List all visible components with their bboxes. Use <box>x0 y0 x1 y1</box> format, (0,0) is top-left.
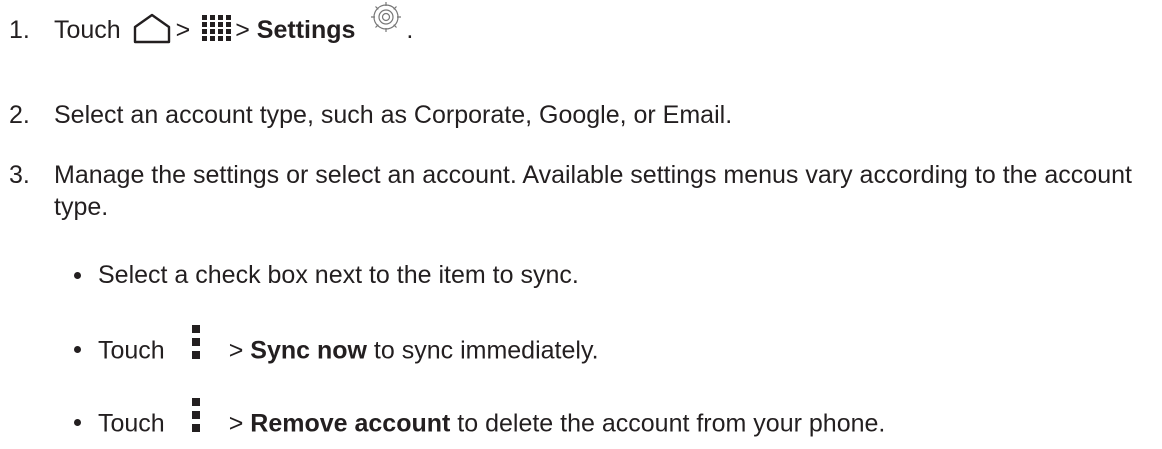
bullet-dot <box>74 419 81 426</box>
separator: > <box>175 16 191 44</box>
separator: > <box>235 16 250 44</box>
settings-label: Settings <box>256 16 356 44</box>
bullet-text: Touch > Sync now to sync immediately. <box>98 325 599 371</box>
apps-icon <box>201 14 232 42</box>
gear-icon <box>368 0 404 34</box>
bullet-dot <box>74 346 81 353</box>
bullet-prefix: Touch <box>98 409 165 438</box>
bullet-text: Touch > Remove account to delete the acc… <box>98 398 886 444</box>
bullet-suffix: to sync immediately. <box>373 336 599 365</box>
home-icon <box>132 12 172 44</box>
step-text: Manage the settings or select an account… <box>54 161 1132 221</box>
separator: > <box>228 409 244 438</box>
step-text: Touch > > Settings . <box>54 2 414 48</box>
bullet-dot <box>74 272 81 279</box>
step-number: 3. <box>9 161 30 189</box>
step-prefix: Touch <box>54 16 121 44</box>
bullet-prefix: Touch <box>98 336 165 365</box>
bullet-text: Select a check box next to the item to s… <box>98 261 579 289</box>
menu-icon <box>187 396 207 434</box>
bullet-suffix: to delete the account from your phone. <box>457 409 886 438</box>
sync-now-label: Sync now <box>250 336 367 365</box>
step-number: 1. <box>9 16 30 44</box>
step-suffix: . <box>406 16 414 44</box>
step-text: Select an account type, such as Corporat… <box>54 101 733 129</box>
menu-icon <box>187 323 207 361</box>
separator: > <box>228 336 244 365</box>
step-number: 2. <box>9 101 30 129</box>
remove-account-label: Remove account <box>250 409 451 438</box>
